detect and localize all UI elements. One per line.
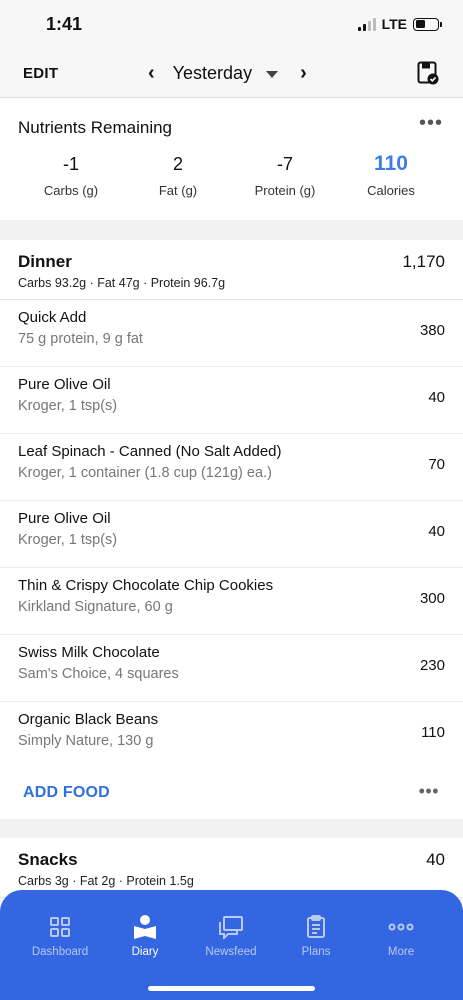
food-name: Leaf Spinach - Canned (No Salt Added)	[18, 443, 282, 460]
next-day-button[interactable]: ›	[300, 60, 307, 86]
meal-more-icon[interactable]: •••	[419, 781, 439, 802]
signal-icon	[357, 17, 376, 31]
food-description: Simply Nature, 130 g	[18, 733, 154, 749]
food-entry[interactable]: Quick Add 75 g protein, 9 g fat 380	[0, 300, 463, 367]
nutrient-label: Fat (g)	[158, 183, 198, 198]
food-name: Pure Olive Oil	[18, 510, 111, 527]
meal-snacks: Snacks 40 Carbs 3g · Fat 2g · Protein 1.…	[0, 838, 463, 898]
meal-total-calories: 1,170	[402, 252, 445, 271]
food-calories: 300	[419, 590, 445, 607]
prev-day-button[interactable]: ‹	[148, 60, 155, 86]
tab-label: Plans	[301, 946, 331, 958]
meal-header[interactable]: Dinner 1,170 Carbs 93.2g · Fat 47g · Pro…	[0, 240, 463, 300]
date-label[interactable]: Yesterday	[173, 63, 252, 84]
date-navigator: ‹ Yesterday ›	[148, 60, 307, 86]
food-name: Pure Olive Oil	[18, 376, 111, 393]
food-entry[interactable]: Organic Black Beans Simply Nature, 130 g…	[0, 702, 463, 769]
food-entry[interactable]: Swiss Milk Chocolate Sam's Choice, 4 squ…	[0, 635, 463, 702]
status-indicators: LTE	[357, 16, 442, 32]
food-entry[interactable]: Pure Olive Oil Kroger, 1 tsp(s) 40	[0, 501, 463, 568]
tab-label: Dashboard	[31, 946, 89, 958]
food-description: Kirkland Signature, 60 g	[18, 599, 173, 615]
food-description: 75 g protein, 9 g fat	[18, 331, 143, 347]
tab-label: More	[387, 946, 415, 958]
add-food-row: ADD FOOD •••	[0, 769, 463, 819]
meal-macros: Carbs 3g · Fat 2g · Protein 1.5g	[18, 874, 194, 888]
nutrients-more-icon[interactable]: •••	[419, 112, 443, 135]
nutrient-protein: -7 Protein (g)	[230, 150, 340, 198]
food-entry[interactable]: Thin & Crispy Chocolate Chip Cookies Kir…	[0, 568, 463, 635]
food-description: Kroger, 1 container (1.8 cup (121g) ea.)	[18, 465, 272, 481]
tab-plans[interactable]: Plans	[276, 914, 356, 958]
nutrient-label: Carbs (g)	[43, 183, 99, 198]
food-calories: 40	[428, 389, 445, 406]
food-calories: 230	[419, 657, 445, 674]
tab-more[interactable]: More	[361, 914, 441, 958]
nutrient-value: -7	[276, 154, 293, 174]
tab-dashboard[interactable]: Dashboard	[20, 914, 100, 958]
status-bar: 1:41 LTE	[0, 0, 463, 48]
nutrient-value: 110	[374, 152, 408, 175]
bottom-tab-bar: Dashboard Diary Newsfeed Plans More	[0, 890, 463, 1000]
food-name: Organic Black Beans	[18, 711, 159, 728]
more-icon	[361, 914, 441, 940]
complete-diary-icon[interactable]	[417, 61, 439, 85]
meal-name: Dinner	[18, 252, 72, 271]
add-food-button[interactable]: ADD FOOD	[23, 784, 110, 802]
newsfeed-icon	[191, 914, 271, 940]
nutrient-label: Protein (g)	[254, 183, 316, 198]
tab-newsfeed[interactable]: Newsfeed	[191, 914, 271, 958]
dashboard-icon	[20, 914, 100, 940]
nav-bar: EDIT ‹ Yesterday ›	[0, 48, 463, 98]
tab-diary[interactable]: Diary	[105, 914, 185, 958]
nutrients-title: Nutrients Remaining	[18, 118, 173, 137]
diary-icon	[105, 914, 185, 940]
food-name: Thin & Crispy Chocolate Chip Cookies	[18, 577, 274, 594]
food-calories: 70	[428, 456, 445, 473]
nutrient-label: Calories	[367, 183, 415, 198]
meal-dinner: Dinner 1,170 Carbs 93.2g · Fat 47g · Pro…	[0, 240, 463, 819]
meal-total-calories: 40	[426, 850, 445, 869]
food-description: Sam's Choice, 4 squares	[18, 666, 179, 682]
food-description: Kroger, 1 tsp(s)	[18, 398, 118, 414]
food-entry[interactable]: Pure Olive Oil Kroger, 1 tsp(s) 40	[0, 367, 463, 434]
meal-header[interactable]: Snacks 40 Carbs 3g · Fat 2g · Protein 1.…	[0, 838, 463, 898]
food-calories: 380	[419, 322, 445, 339]
edit-button[interactable]: EDIT	[23, 65, 58, 82]
nutrient-fat: 2 Fat (g)	[123, 150, 233, 198]
food-name: Swiss Milk Chocolate	[18, 644, 160, 661]
tab-label: Newsfeed	[205, 946, 257, 958]
nutrient-calories: 110 Calories	[336, 150, 446, 198]
nutrients-remaining-card: Nutrients Remaining ••• -1 Carbs (g) 2 F…	[0, 98, 463, 220]
status-time: 1:41	[46, 14, 83, 34]
plans-icon	[276, 914, 356, 940]
food-calories: 110	[421, 724, 445, 741]
meal-macros: Carbs 93.2g · Fat 47g · Protein 96.7g	[18, 276, 226, 290]
food-entry[interactable]: Leaf Spinach - Canned (No Salt Added) Kr…	[0, 434, 463, 501]
nutrient-value: 2	[172, 154, 183, 174]
home-indicator	[148, 986, 315, 991]
nutrient-carbs: -1 Carbs (g)	[16, 150, 126, 198]
battery-icon	[413, 17, 442, 31]
tab-label: Diary	[131, 946, 159, 958]
meal-name: Snacks	[18, 850, 78, 869]
food-name: Quick Add	[18, 309, 87, 326]
food-calories: 40	[428, 523, 445, 540]
date-dropdown-icon[interactable]	[266, 70, 279, 78]
food-description: Kroger, 1 tsp(s)	[18, 532, 118, 548]
nutrient-value: -1	[62, 154, 79, 174]
network-label: LTE	[381, 16, 407, 32]
